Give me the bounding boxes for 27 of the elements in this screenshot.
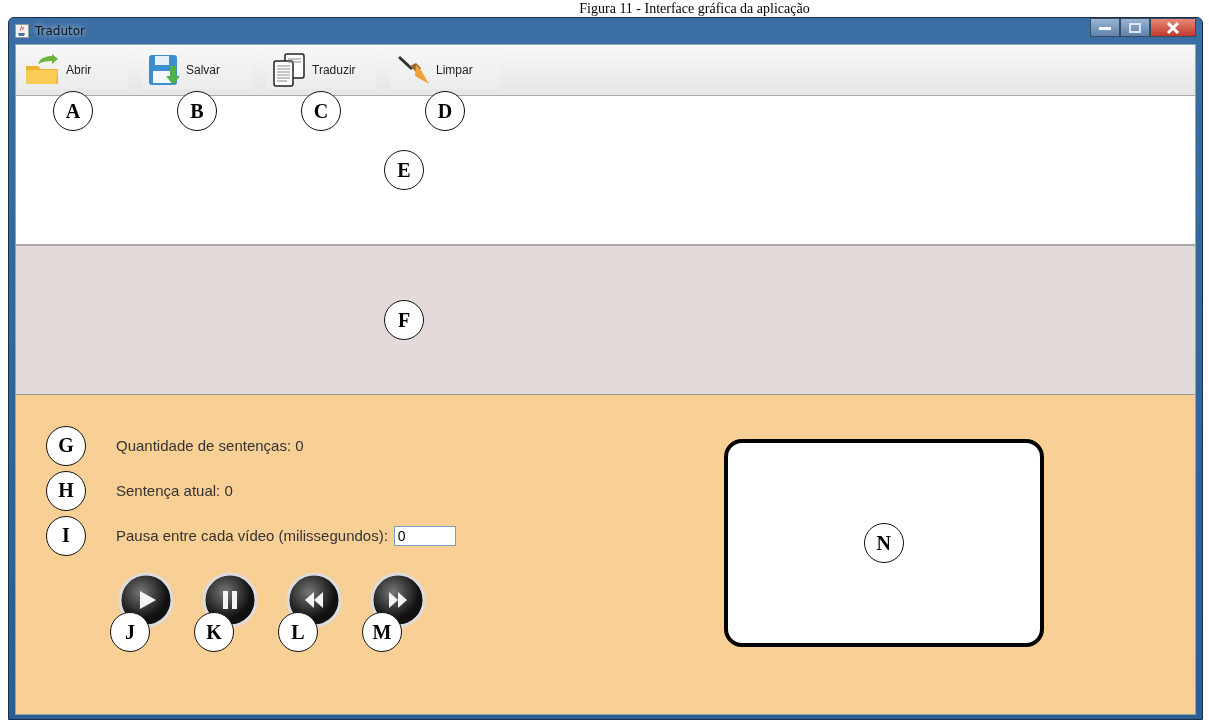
callout-marker: G [46,425,86,466]
figure-caption: Figura 11 - Interface gráfica da aplicação [578,0,811,17]
maximize-button[interactable] [1120,18,1150,37]
toolbar-button[interactable]: Traduzir [266,51,376,89]
callout-marker: E [384,150,424,190]
toolbar-button[interactable]: Abrir [18,51,128,89]
callout-marker: M [362,612,402,652]
input-field[interactable]: 0 [393,525,456,546]
documents-icon [272,53,306,87]
close-icon [1166,21,1180,34]
maximize-icon [1128,21,1142,34]
cup-icon [15,24,29,38]
close-button[interactable] [1150,18,1196,37]
callout-marker: K [194,612,234,652]
minimize-button[interactable] [1090,18,1120,37]
info-label: Sentença atual: 0 [116,482,233,499]
info-label: Quantidade de sentenças: 0 [116,437,304,454]
window-title: Tradutor [35,24,86,38]
callout-marker: I [46,515,86,556]
callout-marker: N [863,523,904,563]
callout-marker: H [46,470,86,511]
callout-marker: F [384,300,424,340]
callout-marker: L [278,612,318,652]
pause-label: Pausa entre cada vídeo (milissegundos): [116,527,388,544]
brush-icon [396,54,430,86]
folder-icon [24,54,60,86]
callout-marker: J [110,612,150,652]
